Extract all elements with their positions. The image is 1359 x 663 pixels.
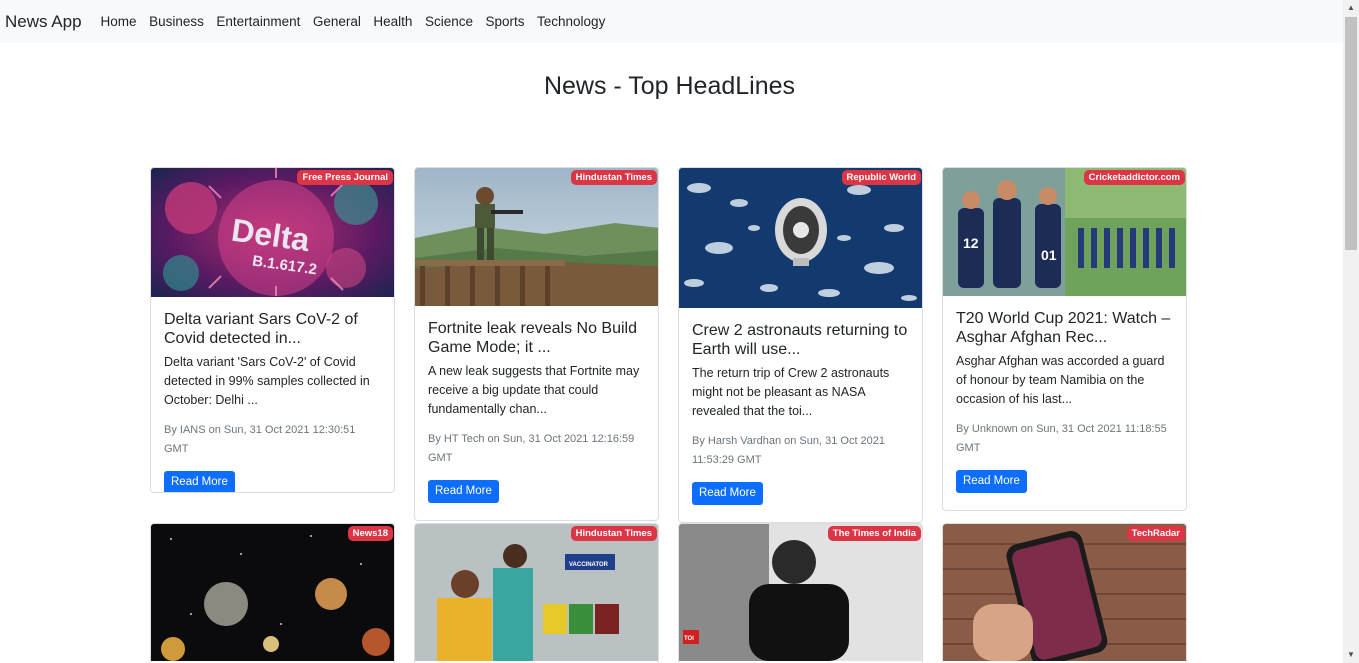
news-card: Delta B.1.617.2 Free Press Journal Delta… — [150, 167, 395, 493]
source-badge: The Times of India — [827, 526, 921, 541]
card-description: Asghar Afghan was accorded a guard of ho… — [956, 354, 1165, 406]
read-more-button[interactable]: Read More — [692, 482, 763, 505]
read-more-button[interactable]: Read More — [956, 470, 1027, 493]
read-more-button[interactable]: Read More — [164, 471, 235, 492]
read-more-button[interactable]: Read More — [428, 480, 499, 503]
planets-image: News18 — [151, 524, 394, 661]
nav-link-general[interactable]: General — [313, 14, 361, 29]
portrait-image: TOI The Times of India — [679, 524, 922, 661]
cricket-image: 12 01 Cricketaddictor.com — [943, 168, 1186, 296]
news-card: 12 01 Cricketaddictor.com T20 World Cup … — [942, 167, 1187, 511]
card-title: Fortnite leak reveals No Build Game Mode… — [428, 320, 637, 356]
top-navbar: News App Home Business Entertainment Gen… — [0, 0, 1343, 43]
source-badge: TechRadar — [1126, 526, 1185, 541]
card-meta: By IANS on Sun, 31 Oct 2021 12:30:51 GMT — [164, 424, 356, 455]
source-badge: Free Press Journal — [297, 170, 393, 185]
vaccination-image: VACCINATOR Hindustan Times — [415, 524, 658, 661]
source-badge: Cricketaddictor.com — [1083, 170, 1185, 185]
svg-text:12: 12 — [963, 235, 979, 251]
nav-link-sports[interactable]: Sports — [485, 14, 524, 29]
nav-link-home[interactable]: Home — [101, 14, 137, 29]
vaccinator-sign: VACCINATOR — [569, 562, 609, 568]
card-title: T20 World Cup 2021: Watch – Asghar Afgha… — [956, 310, 1171, 346]
source-badge: Republic World — [841, 170, 921, 185]
spacecraft-image: Republic World — [679, 168, 922, 308]
nav-link-technology[interactable]: Technology — [537, 14, 605, 29]
source-badge: Hindustan Times — [570, 170, 657, 185]
scroll-up-arrow-icon[interactable]: ▲ — [1343, 0, 1359, 16]
vertical-scrollbar[interactable]: ▲ ▼ — [1343, 0, 1359, 663]
smartphone-image: TechRadar — [943, 524, 1186, 663]
card-meta: By Unknown on Sun, 31 Oct 2021 11:18:55 … — [956, 423, 1167, 454]
toi-logo: TOI — [684, 636, 694, 642]
nav-link-science[interactable]: Science — [425, 14, 473, 29]
nav-link-business[interactable]: Business — [149, 14, 204, 29]
news-card: Hindustan Times Fortnite leak reveals No… — [414, 167, 659, 521]
card-description: The return trip of Crew 2 astronauts mig… — [692, 366, 890, 418]
news-card: News18 — [150, 523, 395, 663]
fortnite-image: Hindustan Times — [415, 168, 658, 306]
scroll-thumb[interactable] — [1345, 17, 1357, 250]
card-meta: By HT Tech on Sun, 31 Oct 2021 12:16:59 … — [428, 433, 635, 464]
news-card: VACCINATOR Hindustan Times — [414, 523, 659, 663]
card-title: Crew 2 astronauts returning to Earth wil… — [692, 322, 908, 358]
card-description: A new leak suggests that Fortnite may re… — [428, 364, 640, 416]
news-card: Republic World Crew 2 astronauts returni… — [678, 167, 923, 523]
nav-link-health[interactable]: Health — [373, 14, 412, 29]
brand-logo[interactable]: News App — [5, 12, 82, 32]
card-description: Delta variant 'Sars CoV-2' of Covid dete… — [164, 355, 370, 407]
source-badge: News18 — [347, 526, 393, 541]
delta-virus-image: Delta B.1.617.2 Free Press Journal — [151, 168, 394, 297]
news-card: TechRadar — [942, 523, 1187, 663]
scroll-down-arrow-icon[interactable]: ▼ — [1343, 647, 1359, 663]
nav-link-entertainment[interactable]: Entertainment — [216, 14, 300, 29]
card-meta: By Harsh Vardhan on Sun, 31 Oct 2021 11:… — [692, 435, 886, 466]
page-title: News - Top HeadLines — [543, 72, 796, 100]
svg-text:01: 01 — [1041, 247, 1057, 263]
card-title: Delta variant Sars CoV-2 of Covid detect… — [164, 311, 358, 347]
source-badge: Hindustan Times — [570, 526, 657, 541]
news-card: TOI The Times of India — [678, 523, 923, 663]
